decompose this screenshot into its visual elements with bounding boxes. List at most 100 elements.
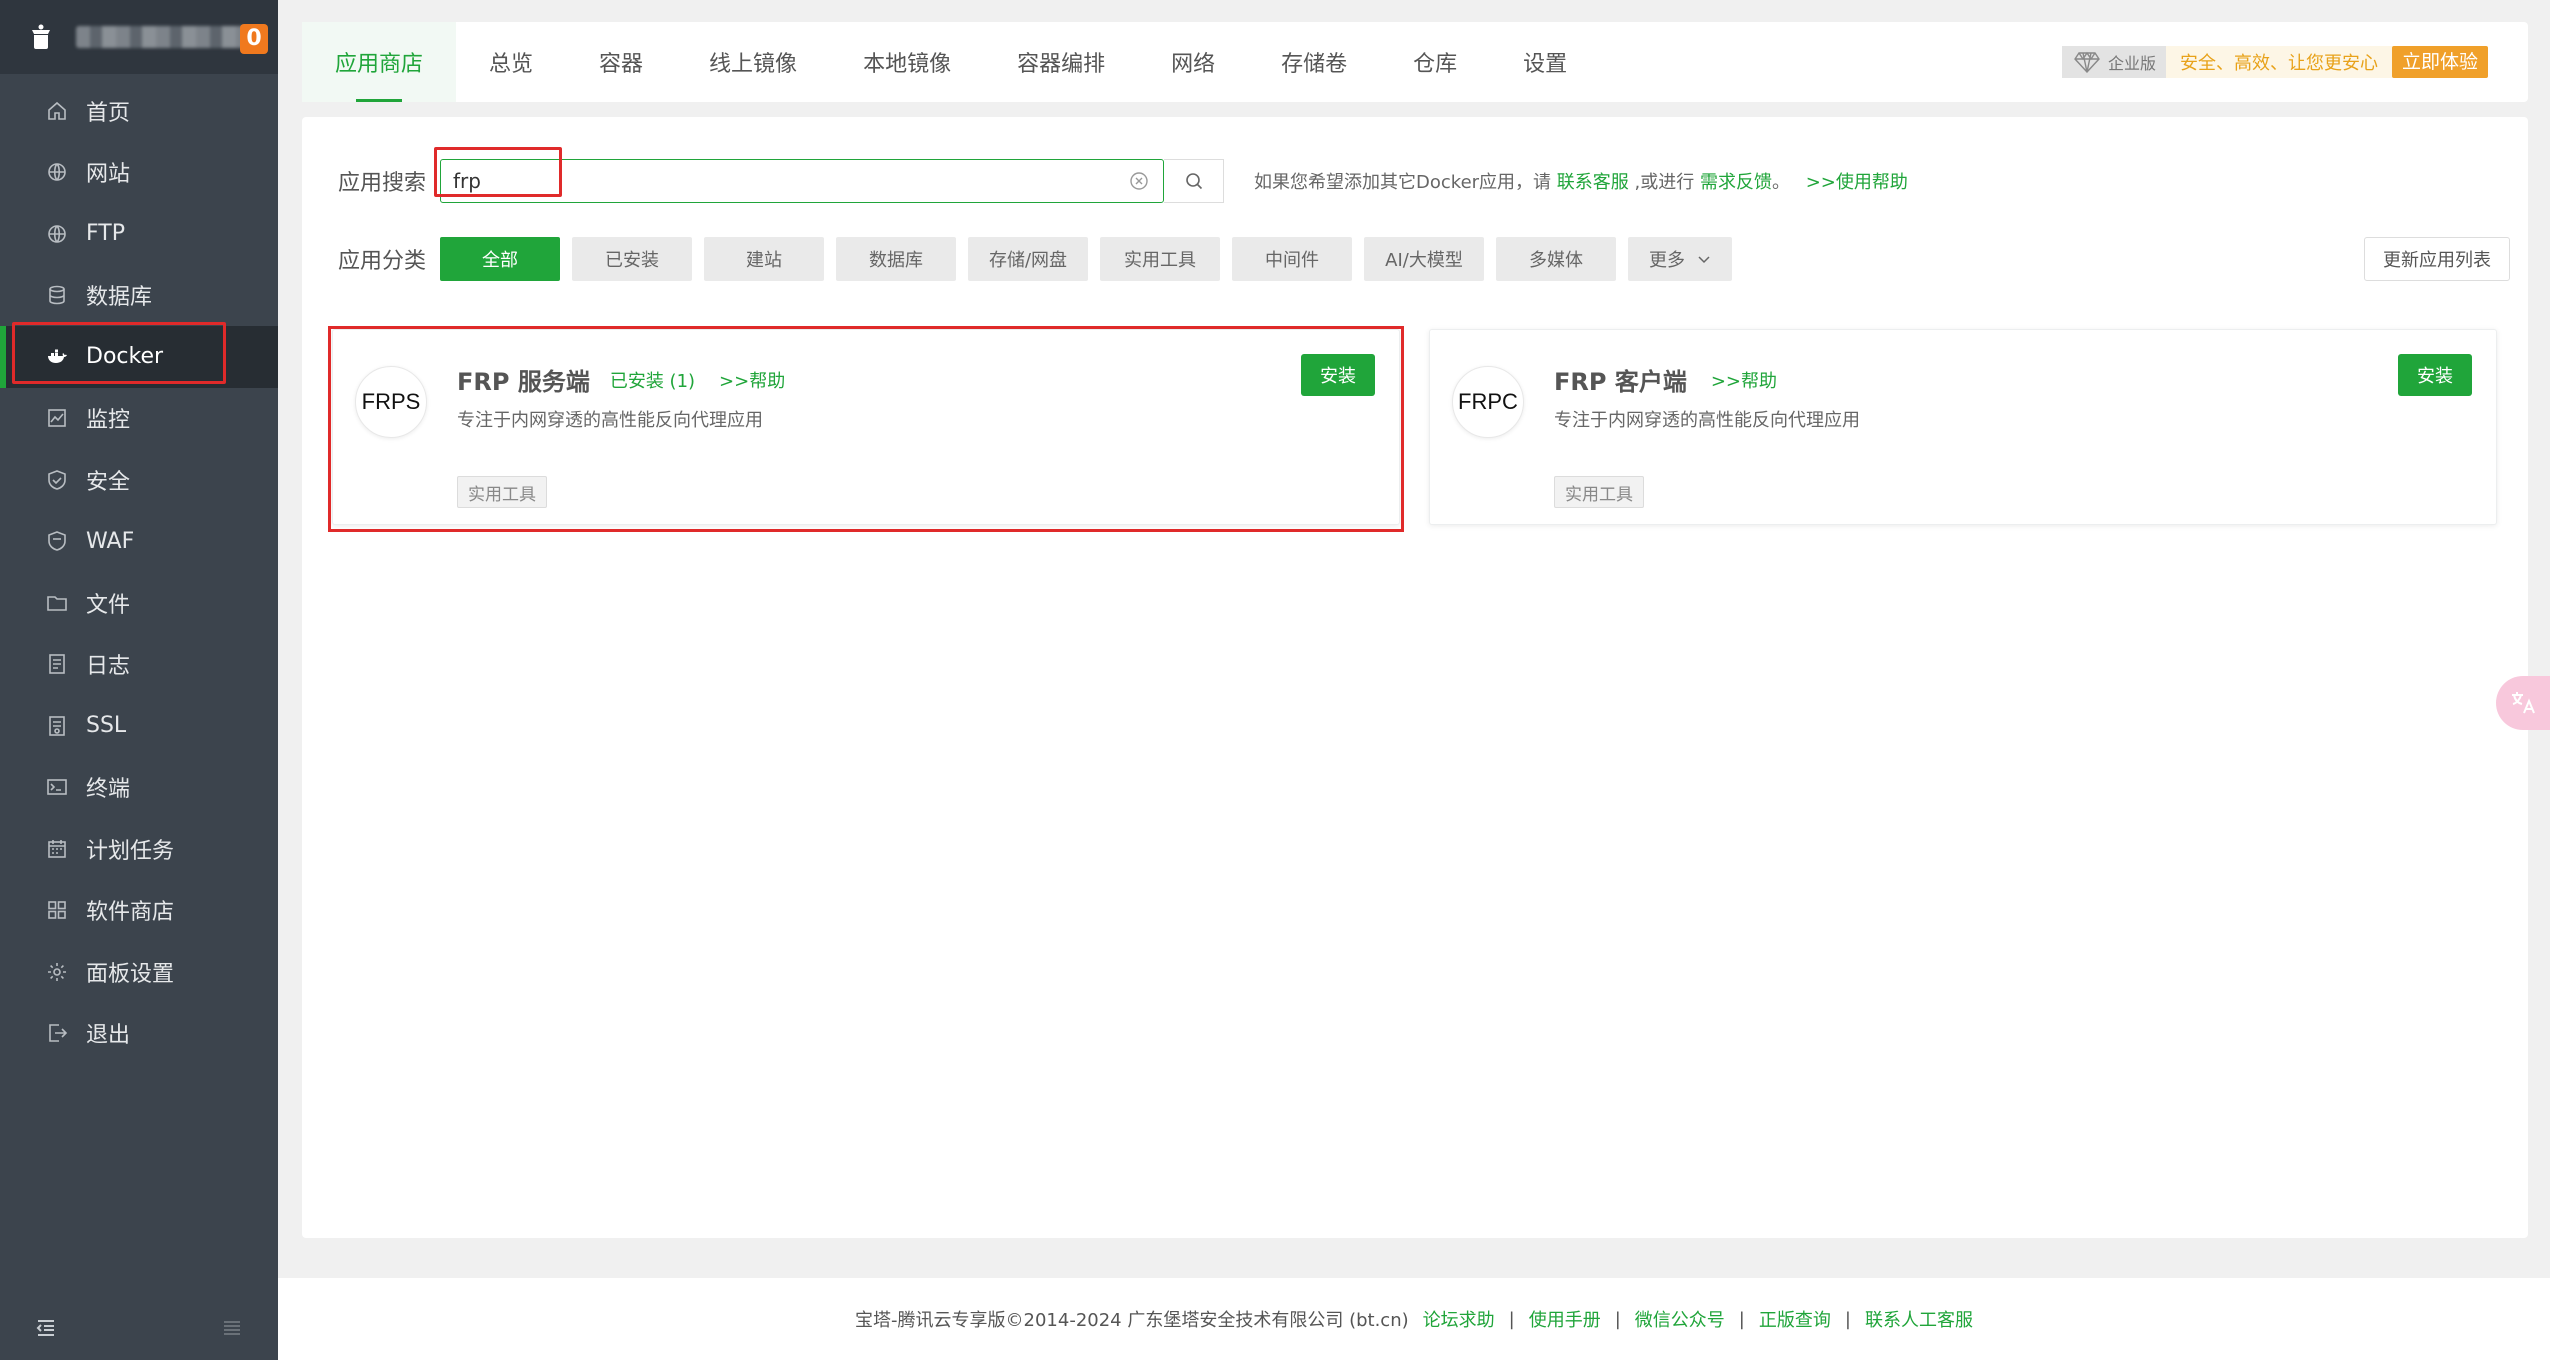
category-storage[interactable]: 存储/网盘 bbox=[968, 237, 1089, 281]
clear-icon[interactable] bbox=[1129, 171, 1149, 191]
category-row: 应用分类 全部 已安装 建站 数据库 存储/网盘 实用工具 中间件 AI/大模型… bbox=[338, 235, 1744, 283]
sidebar-item-docker[interactable]: Docker bbox=[0, 326, 278, 388]
footer-link-forum[interactable]: 论坛求助 bbox=[1423, 1306, 1495, 1332]
search-box bbox=[440, 159, 1165, 203]
diamond-icon bbox=[2074, 51, 2100, 73]
sidebar-item-label: 文件 bbox=[86, 592, 131, 618]
notification-badge[interactable]: 0 bbox=[240, 24, 268, 54]
sidebar-item-store[interactable]: 软件商店 bbox=[0, 880, 278, 942]
sidebar-item-logs[interactable]: 日志 bbox=[0, 634, 278, 696]
tab-containers[interactable]: 容器 bbox=[566, 22, 676, 102]
category-middleware[interactable]: 中间件 bbox=[1232, 237, 1353, 281]
sidebar-item-label: 监控 bbox=[86, 408, 131, 434]
help-link[interactable]: >>帮助 bbox=[1711, 367, 1777, 393]
usage-help-link[interactable]: >>使用帮助 bbox=[1806, 172, 1908, 193]
app-logo: FRPS bbox=[355, 366, 427, 438]
calendar-icon bbox=[46, 838, 68, 860]
ftp-globe-icon bbox=[46, 223, 68, 245]
category-media[interactable]: 多媒体 bbox=[1496, 237, 1617, 281]
tab-overview[interactable]: 总览 bbox=[456, 22, 566, 102]
tab-volumes[interactable]: 存储卷 bbox=[1248, 22, 1380, 102]
sidebar-item-label: 终端 bbox=[86, 777, 131, 803]
category-installed[interactable]: 已安装 bbox=[572, 237, 693, 281]
tab-online-images[interactable]: 线上镜像 bbox=[676, 22, 830, 102]
app-description: 专注于内网穿透的高性能反向代理应用 bbox=[1554, 410, 1860, 431]
sidebar-item-security[interactable]: 安全 bbox=[0, 449, 278, 511]
sidebar-item-label: 计划任务 bbox=[86, 838, 175, 864]
app-title-row: FRP 客户端 >>帮助 bbox=[1554, 362, 1777, 397]
feedback-link[interactable]: 需求反馈 bbox=[1700, 172, 1772, 193]
update-app-list-button[interactable]: 更新应用列表 bbox=[2364, 237, 2510, 281]
footer-link-license[interactable]: 正版查询 bbox=[1759, 1306, 1831, 1332]
sidebar-item-settings[interactable]: 面板设置 bbox=[0, 941, 278, 1003]
footer-link-manual[interactable]: 使用手册 bbox=[1529, 1306, 1601, 1332]
sidebar-item-logout[interactable]: 退出 bbox=[0, 1003, 278, 1065]
sidebar-item-label: SSL bbox=[86, 713, 127, 739]
sidebar-item-home[interactable]: 首页 bbox=[0, 80, 278, 142]
chevron-down-icon bbox=[1698, 256, 1710, 264]
tab-compose[interactable]: 容器编排 bbox=[984, 22, 1138, 102]
log-icon bbox=[46, 653, 68, 675]
tab-settings[interactable]: 设置 bbox=[1490, 22, 1600, 102]
contact-support-link[interactable]: 联系客服 bbox=[1557, 172, 1629, 193]
app-card-frpc: FRPC FRP 客户端 >>帮助 专注于内网穿透的高性能反向代理应用 实用工具… bbox=[1429, 329, 2497, 525]
app-tag: 实用工具 bbox=[457, 476, 547, 508]
search-icon bbox=[1185, 173, 1202, 190]
category-more-dropdown[interactable]: 更多 bbox=[1628, 237, 1733, 281]
collapse-sidebar-icon[interactable] bbox=[34, 1316, 58, 1346]
list-menu-icon[interactable] bbox=[220, 1316, 244, 1346]
enterprise-tag-label: 企业版 bbox=[2107, 54, 2156, 73]
app-description: 专注于内网穿透的高性能反向代理应用 bbox=[457, 410, 763, 431]
category-database[interactable]: 数据库 bbox=[836, 237, 957, 281]
sidebar-item-label: 安全 bbox=[86, 469, 131, 495]
footer-link-wechat[interactable]: 微信公众号 bbox=[1635, 1306, 1725, 1332]
bt-logo-icon[interactable] bbox=[26, 22, 56, 52]
search-button[interactable] bbox=[1164, 159, 1225, 203]
sidebar-header: 0 bbox=[0, 0, 278, 74]
search-row: 应用搜索 如果您希望添加其它Docker应用，请 联系客服 ,或进行 需求反馈。… bbox=[338, 157, 1908, 205]
try-now-button[interactable]: 立即体验 bbox=[2391, 46, 2488, 78]
database-icon bbox=[46, 284, 68, 306]
help-link[interactable]: >>帮助 bbox=[719, 367, 785, 393]
search-hint: 如果您希望添加其它Docker应用，请 联系客服 ,或进行 需求反馈。 >>使用… bbox=[1254, 168, 1908, 194]
sidebar-item-ssl[interactable]: SSL bbox=[0, 695, 278, 757]
category-ai[interactable]: AI/大模型 bbox=[1364, 237, 1485, 281]
sidebar-item-label: WAF bbox=[86, 528, 135, 554]
category-all[interactable]: 全部 bbox=[440, 237, 561, 281]
enterprise-slogan: 安全、高效、让您更安心 bbox=[2179, 53, 2378, 74]
tab-app-store[interactable]: 应用商店 bbox=[302, 22, 457, 102]
sidebar-item-database[interactable]: 数据库 bbox=[0, 265, 278, 327]
footer-separator: | bbox=[1508, 1308, 1515, 1330]
category-tools[interactable]: 实用工具 bbox=[1100, 237, 1221, 281]
sidebar-item-label: Docker bbox=[86, 344, 164, 370]
sidebar-item-waf[interactable]: WAF bbox=[0, 511, 278, 573]
tab-network[interactable]: 网络 bbox=[1138, 22, 1248, 102]
sidebar-item-ftp[interactable]: FTP bbox=[0, 203, 278, 265]
app-store-panel: 应用搜索 如果您希望添加其它Docker应用，请 联系客服 ,或进行 需求反馈。… bbox=[302, 117, 2528, 1238]
sidebar-item-website[interactable]: 网站 bbox=[0, 142, 278, 204]
sidebar-item-label: 退出 bbox=[86, 1023, 131, 1049]
hostname-blurred bbox=[76, 26, 244, 48]
monitor-icon bbox=[46, 407, 68, 429]
sidebar-item-terminal[interactable]: 终端 bbox=[0, 757, 278, 819]
sidebar-item-label: FTP bbox=[86, 221, 125, 247]
hint-prefix: 如果您希望添加其它Docker应用，请 bbox=[1254, 172, 1552, 193]
installed-count-link[interactable]: 已安装 (1) bbox=[610, 367, 695, 393]
sidebar-item-cron[interactable]: 计划任务 bbox=[0, 818, 278, 880]
sidebar: 0 首页 网站 FTP 数据库 Docker 监控 安全 WAF 文件 日志 S… bbox=[0, 0, 278, 1360]
translate-icon[interactable] bbox=[2496, 676, 2550, 730]
sidebar-item-label: 网站 bbox=[86, 162, 131, 188]
sidebar-item-monitor[interactable]: 监控 bbox=[0, 388, 278, 450]
tab-local-images[interactable]: 本地镜像 bbox=[830, 22, 984, 102]
sidebar-item-label: 软件商店 bbox=[86, 900, 175, 926]
install-button[interactable]: 安装 bbox=[1301, 354, 1375, 396]
page-footer: 宝塔-腾讯云专享版©2014-2024 广东堡塔安全技术有限公司 (bt.cn)… bbox=[278, 1278, 2550, 1360]
footer-link-support[interactable]: 联系人工客服 bbox=[1865, 1306, 1973, 1332]
tab-registry[interactable]: 仓库 bbox=[1380, 22, 1490, 102]
category-website[interactable]: 建站 bbox=[704, 237, 825, 281]
install-button[interactable]: 安装 bbox=[2398, 354, 2472, 396]
sidebar-item-files[interactable]: 文件 bbox=[0, 572, 278, 634]
search-input[interactable] bbox=[441, 161, 1082, 201]
gear-icon bbox=[46, 961, 68, 983]
docker-icon bbox=[46, 346, 68, 368]
